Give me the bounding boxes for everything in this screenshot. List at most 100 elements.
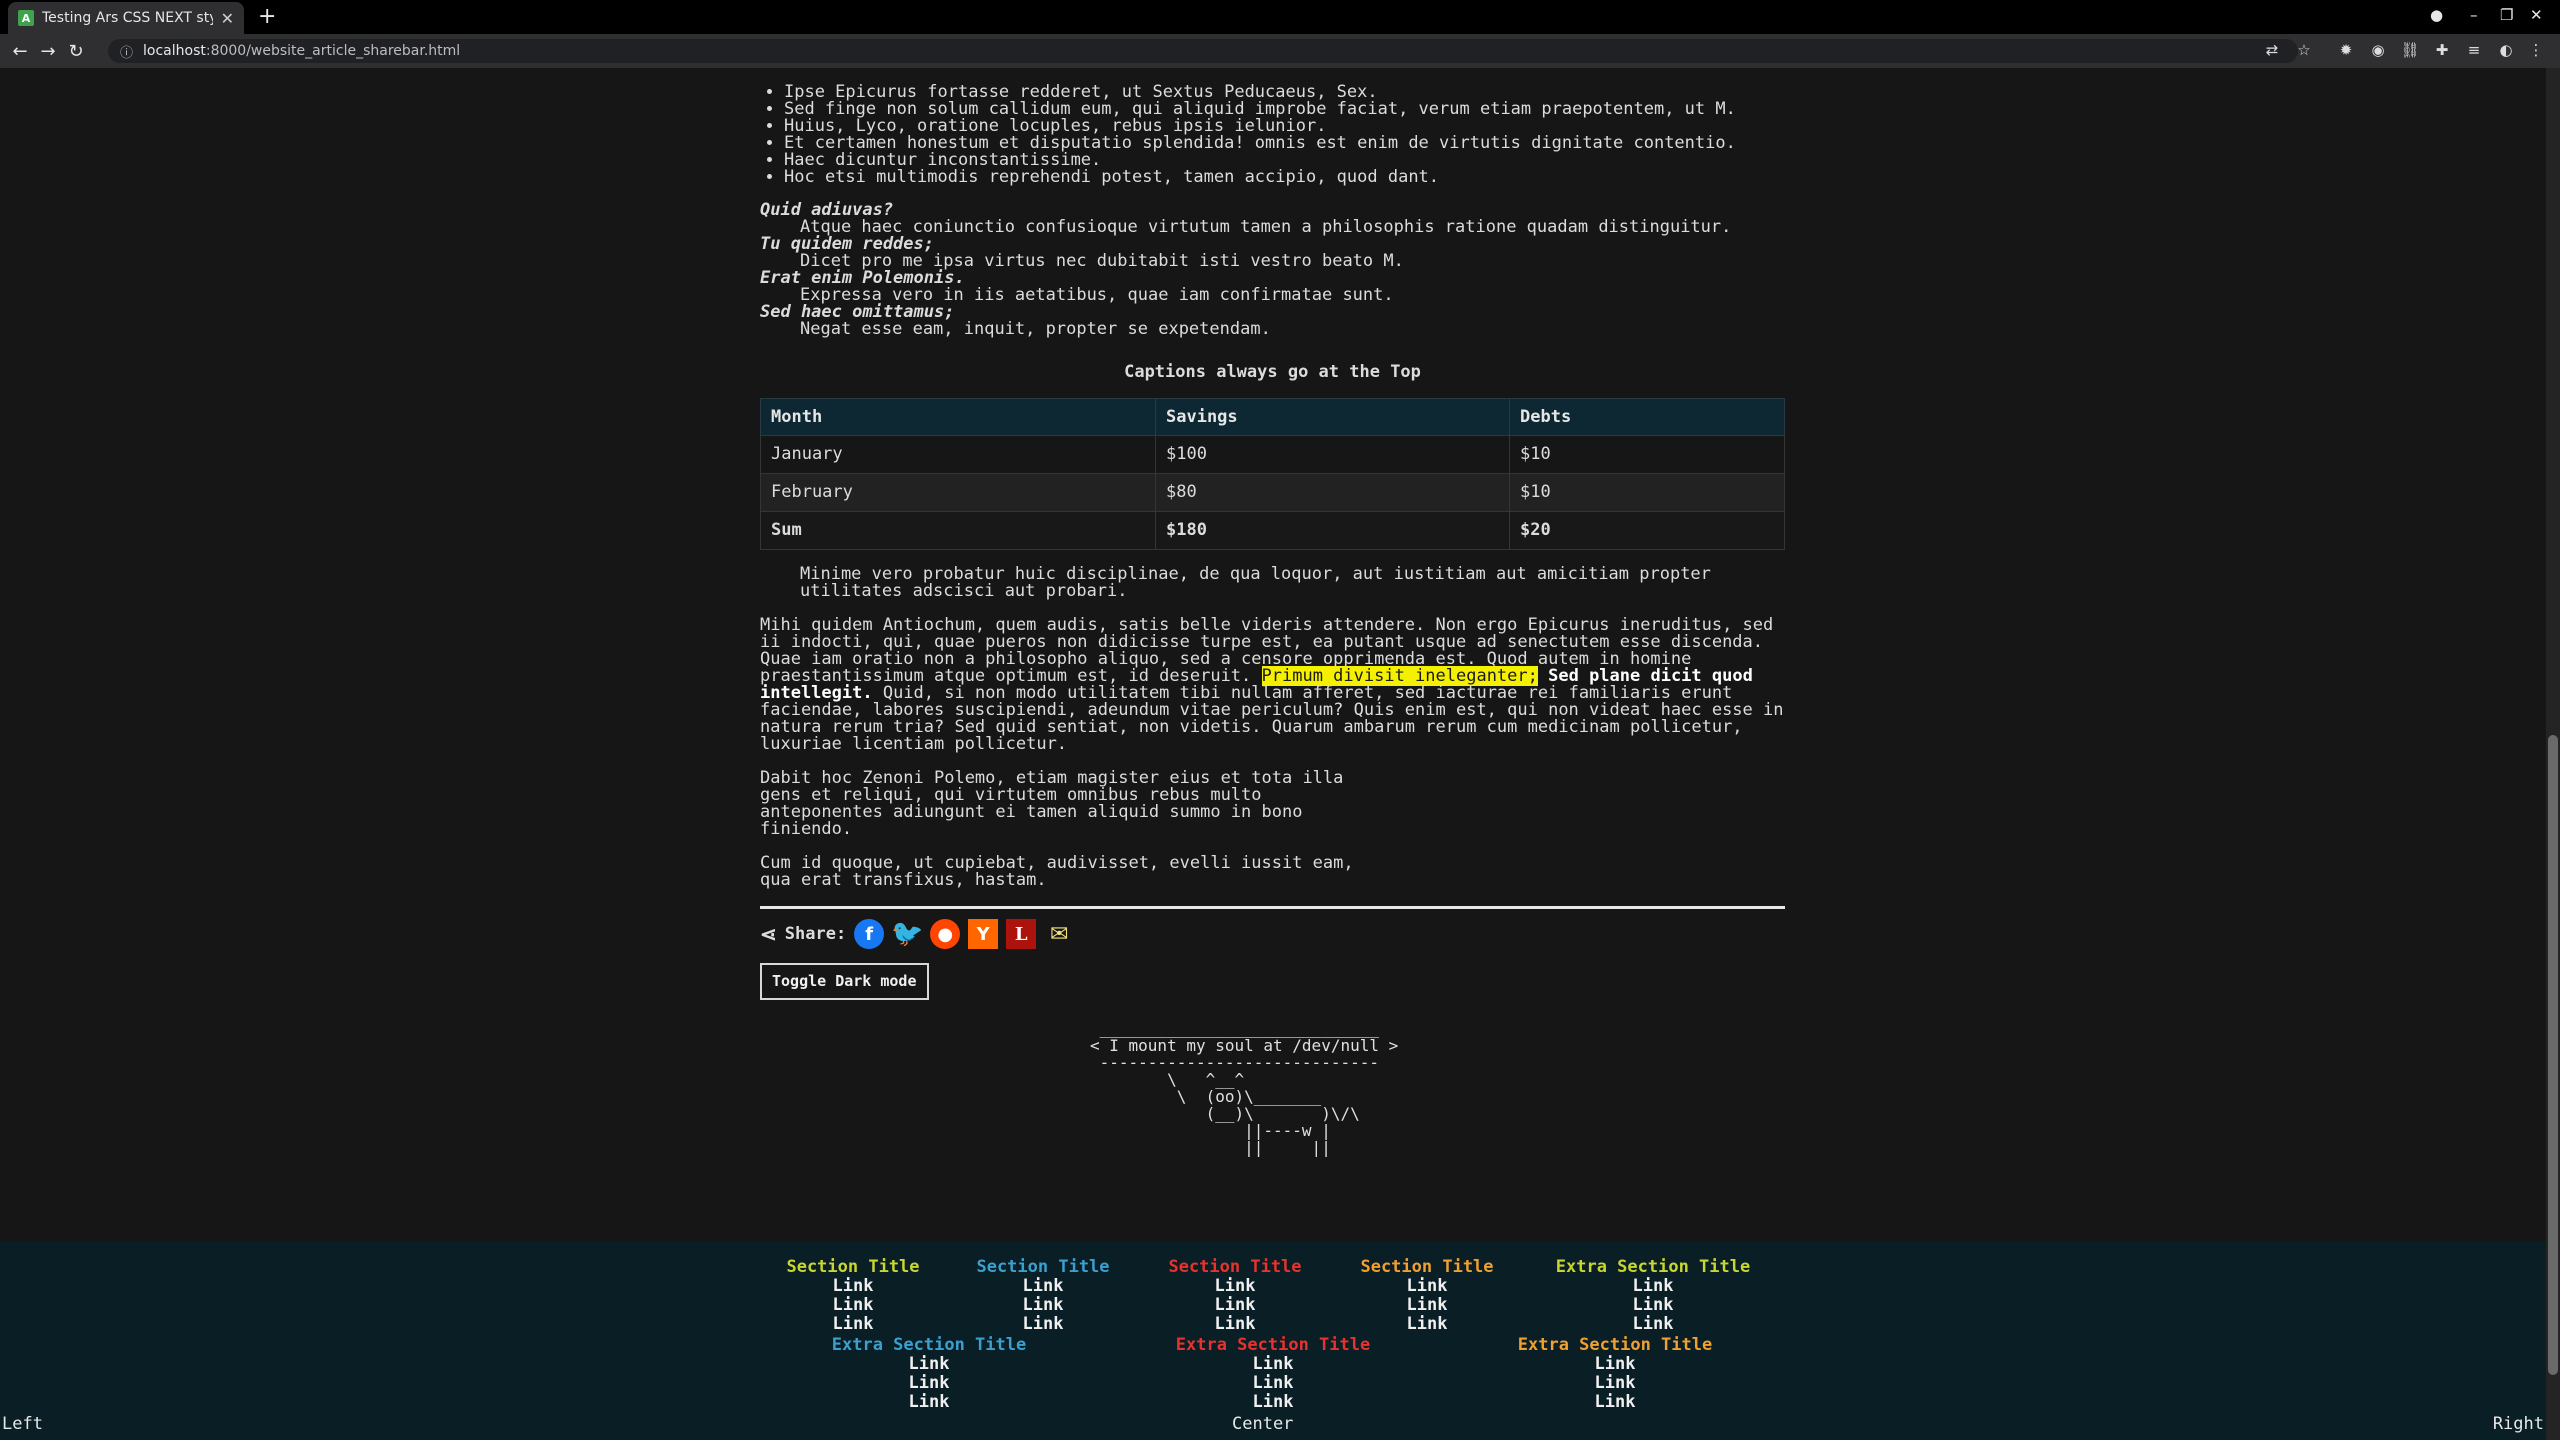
- footer-link[interactable]: Link: [1352, 1315, 1502, 1334]
- footer-link[interactable]: Link: [1540, 1296, 1766, 1315]
- footer-link[interactable]: Link: [968, 1277, 1118, 1296]
- restore-icon[interactable]: ❐: [2500, 6, 2513, 24]
- list-item: Hoc etsi multimodis reprehendi potest, t…: [784, 169, 1785, 186]
- divider: [760, 906, 1785, 909]
- footer-link[interactable]: Link: [778, 1315, 928, 1334]
- footer-link[interactable]: Link: [1502, 1374, 1728, 1393]
- share-icon: ⋖: [760, 921, 777, 946]
- footer-link[interactable]: Link: [1352, 1277, 1502, 1296]
- share-label: Share:: [784, 923, 847, 944]
- scrollbar-thumb[interactable]: [2548, 735, 2558, 1375]
- bottom-right-text: Right: [2492, 1414, 2544, 1434]
- facebook-icon[interactable]: f: [854, 919, 885, 949]
- footer-link[interactable]: Link: [1540, 1277, 1766, 1296]
- table-cell: Sum: [760, 511, 1156, 550]
- url-path: :8000/website_article_sharebar.html: [205, 43, 461, 59]
- lobsters-icon[interactable]: L: [1006, 919, 1037, 949]
- table-cell: $20: [1509, 511, 1785, 550]
- footer-section-title: Section Title: [976, 1257, 1110, 1277]
- definition-list: Quid adiuvas? Atque haec coniunctio conf…: [760, 202, 1785, 338]
- toggle-dark-mode-button[interactable]: Toggle Dark mode: [760, 963, 929, 1000]
- column-header: Month: [760, 398, 1156, 436]
- footer-section: Extra Section Title Link Link Link: [1160, 1336, 1386, 1412]
- profile-icon[interactable]: ●: [2430, 6, 2443, 24]
- table-sum-row: Sum $180 $20: [760, 511, 1785, 550]
- close-window-icon[interactable]: ✕: [2530, 6, 2543, 24]
- bottom-center-text: Center: [1232, 1414, 1294, 1434]
- back-icon[interactable]: ←: [6, 41, 34, 62]
- column-header: Savings: [1155, 398, 1510, 436]
- footer-section-title: Section Title: [1168, 1257, 1302, 1277]
- tab-strip: A Testing Ars CSS NEXT styling ✕ + ● – ❐…: [0, 0, 2560, 34]
- site-info-icon[interactable]: ⓘ: [120, 42, 133, 61]
- paragraph: Dabit hoc Zenoni Polemo, etiam magister …: [760, 768, 1344, 839]
- footer-link[interactable]: Link: [778, 1277, 928, 1296]
- reddit-icon[interactable]: ●: [930, 919, 961, 949]
- browser-tab[interactable]: A Testing Ars CSS NEXT styling ✕: [8, 2, 244, 34]
- footer-section-title: Section Title: [786, 1257, 920, 1277]
- tab-title: Testing Ars CSS NEXT styling: [42, 10, 213, 26]
- footer-link[interactable]: Link: [1160, 1277, 1310, 1296]
- bookmark-star-icon[interactable]: ☆: [2294, 41, 2314, 61]
- table-row: February $80 $10: [760, 473, 1785, 512]
- mail-icon[interactable]: ✉: [1044, 919, 1074, 949]
- new-tab-icon[interactable]: +: [258, 4, 276, 29]
- bullet-list: Ipse Epicurus fortasse redderet, ut Sext…: [760, 84, 1785, 186]
- table-cell: $80: [1155, 473, 1510, 512]
- definition-desc: Negat esse eam, inquit, propter se expet…: [800, 319, 1271, 339]
- bottom-left-text: Left: [2, 1414, 43, 1434]
- blockquote: Minime vero probatur huic disciplinae, d…: [800, 564, 1711, 601]
- address-bar[interactable]: ⓘ localhost:8000/website_article_shareba…: [108, 39, 2298, 63]
- footer-link[interactable]: Link: [816, 1374, 1042, 1393]
- share-bar: ⋖ Share: f 🐦 ● Y L ✉: [760, 919, 1785, 949]
- minimize-icon[interactable]: –: [2470, 6, 2478, 24]
- page-viewport: Ipse Epicurus fortasse redderet, ut Sext…: [0, 68, 2546, 1440]
- footer-link[interactable]: Link: [1160, 1296, 1310, 1315]
- extensions-puzzle-icon[interactable]: ✚: [2432, 41, 2452, 61]
- reload-icon[interactable]: ↻: [62, 41, 90, 62]
- footer-section: Extra Section Title Link Link Link: [1540, 1258, 1766, 1334]
- hacker-news-icon[interactable]: Y: [968, 919, 999, 949]
- extension-link-icon[interactable]: ⛓: [2400, 41, 2420, 61]
- paragraph-text: Quid, si non modo utilitatem tibi nullam…: [760, 683, 1784, 754]
- table-cell: $100: [1155, 435, 1510, 474]
- footer-link[interactable]: Link: [1160, 1374, 1386, 1393]
- media-icon[interactable]: ≡: [2464, 41, 2484, 61]
- paragraph: Mihi quidem Antiochum, quem audis, satis…: [760, 617, 1785, 753]
- article-content: Ipse Epicurus fortasse redderet, ut Sext…: [760, 84, 1785, 1156]
- footer-section: Section Title Link Link Link: [1160, 1258, 1310, 1334]
- profile-avatar-icon[interactable]: ◐: [2496, 41, 2516, 61]
- footer-link[interactable]: Link: [1160, 1315, 1310, 1334]
- translate-icon[interactable]: ⇄: [2262, 41, 2282, 61]
- cowsay-art: _____________________________ < I mount …: [1090, 1019, 1399, 1157]
- table-row: January $100 $10: [760, 435, 1785, 474]
- footer-section-title: Extra Section Title: [1175, 1335, 1371, 1355]
- extension-color-icon[interactable]: ◉: [2368, 41, 2388, 61]
- table-cell: February: [760, 473, 1156, 512]
- footer-link[interactable]: Link: [1352, 1296, 1502, 1315]
- footer-link[interactable]: Link: [1540, 1315, 1766, 1334]
- paragraph: Cum id quoque, ut cupiebat, audivisset, …: [760, 853, 1354, 890]
- footer-section-title: Extra Section Title: [1517, 1335, 1713, 1355]
- footer-link[interactable]: Link: [1160, 1355, 1386, 1374]
- menu-kebab-icon[interactable]: ⋮: [2526, 41, 2546, 61]
- url-host: localhost: [143, 43, 206, 59]
- extension-gear-icon[interactable]: ✹: [2336, 41, 2356, 61]
- footer-section-title: Extra Section Title: [1555, 1257, 1751, 1277]
- footer-link[interactable]: Link: [968, 1315, 1118, 1334]
- footer-link[interactable]: Link: [968, 1296, 1118, 1315]
- footer-section: Extra Section Title Link Link Link: [1502, 1336, 1728, 1412]
- footer-link[interactable]: Link: [816, 1355, 1042, 1374]
- forward-icon[interactable]: →: [34, 41, 62, 62]
- table-cell: $180: [1155, 511, 1510, 550]
- footer-section: Section Title Link Link Link: [968, 1258, 1118, 1334]
- close-tab-icon[interactable]: ✕: [221, 9, 234, 28]
- footer-link[interactable]: Link: [1502, 1355, 1728, 1374]
- footer-section: Section Title Link Link Link: [1352, 1258, 1502, 1334]
- browser-toolbar: ← → ↻ ⓘ localhost:8000/website_article_s…: [0, 34, 2560, 68]
- bottom-bar: Left Center Right: [0, 1408, 2546, 1440]
- table-cell: $10: [1509, 473, 1785, 512]
- footer-link[interactable]: Link: [778, 1296, 928, 1315]
- twitter-icon[interactable]: 🐦: [891, 919, 923, 949]
- favicon-icon: A: [18, 10, 34, 26]
